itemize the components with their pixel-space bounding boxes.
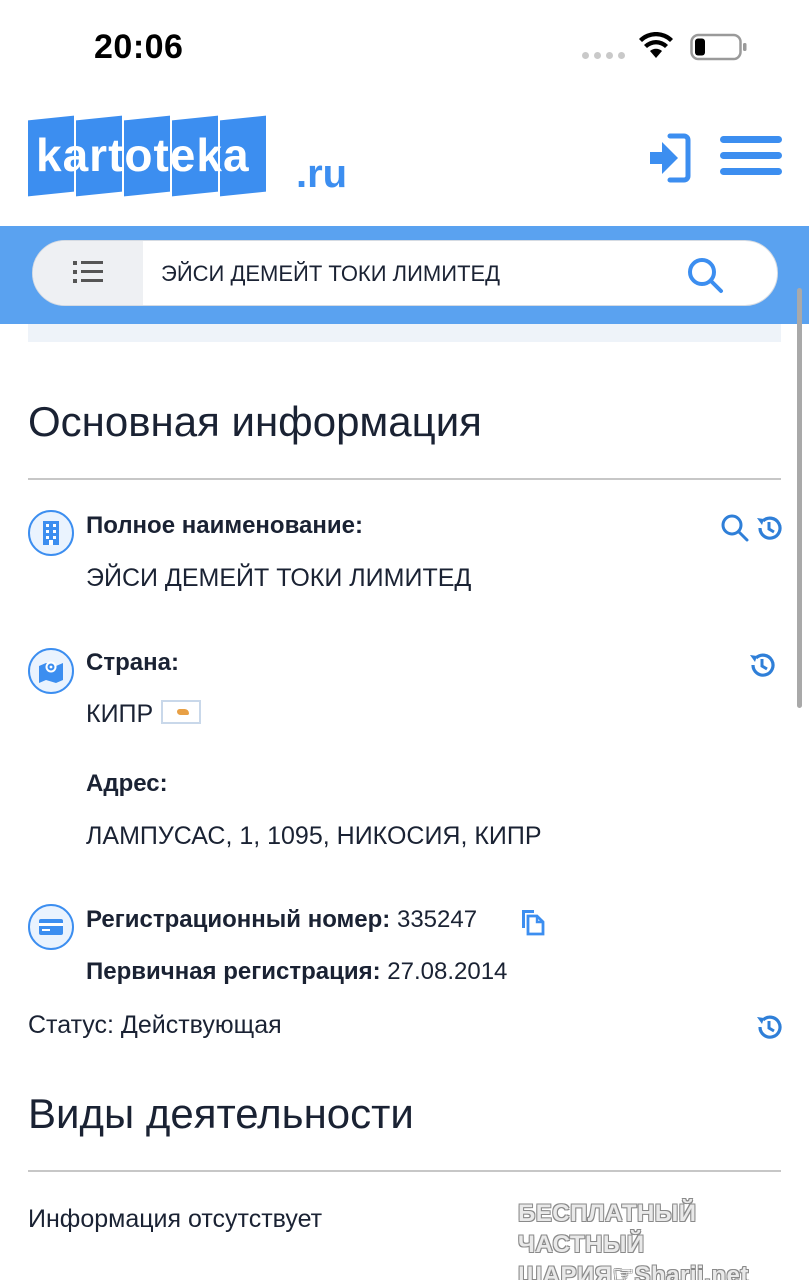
map-icon xyxy=(28,648,74,694)
search-categories-button[interactable] xyxy=(33,241,143,305)
reg-number-row: Регистрационный номер: 335247 xyxy=(86,906,477,934)
first-reg-label: Первичная регистрация: xyxy=(86,958,381,985)
logo-tiles: kartoteka xyxy=(28,115,268,197)
first-reg-row: Первичная регистрация: 27.08.2014 xyxy=(86,958,507,986)
search-icon[interactable] xyxy=(685,255,725,295)
search-box xyxy=(32,240,778,306)
reg-number-value: 335247 xyxy=(396,906,478,933)
status-bar: 20:06 xyxy=(0,0,809,96)
watermark-suffix: Sharij.net xyxy=(634,1262,749,1280)
history-icon[interactable] xyxy=(754,1012,784,1042)
wifi-icon xyxy=(639,32,673,58)
battery-icon xyxy=(690,33,747,61)
watermark: БЕСПЛАТНЫЙ ЧАСТНЫЙ ШАРИЯ☞Sharij.net xyxy=(518,1198,809,1280)
menu-button[interactable] xyxy=(720,136,782,180)
activities-empty-text: Информация отсутствует xyxy=(28,1205,323,1233)
watermark-line2: ШАРИЯ☞Sharij.net xyxy=(518,1260,809,1280)
country-row: КИПР xyxy=(86,700,202,729)
id-card-icon xyxy=(28,904,74,950)
history-icon[interactable] xyxy=(754,513,784,543)
reg-number-label: Регистрационный номер: xyxy=(86,906,391,933)
full-name-label: Полное наименование: xyxy=(86,512,363,539)
search-input[interactable] xyxy=(161,241,681,305)
login-icon[interactable] xyxy=(648,130,692,186)
country-label: Страна: xyxy=(86,649,179,676)
pointing-hand-icon: ☞ xyxy=(612,1262,635,1280)
address-value: ЛАМПУСАС, 1, 1095, НИКОСИЯ, КИПР xyxy=(86,822,542,850)
first-reg-value: 27.08.2014 xyxy=(387,958,508,985)
main-info-title: Основная информация xyxy=(28,398,482,445)
building-icon xyxy=(28,510,74,556)
search-icon[interactable] xyxy=(720,513,750,543)
status-text: Статус: Действующая xyxy=(28,1011,282,1039)
activities-title: Виды деятельности xyxy=(28,1090,414,1137)
search-band xyxy=(0,226,809,324)
status-time: 20:06 xyxy=(94,28,184,66)
full-name-value: ЭЙСИ ДЕМЕЙТ ТОКИ ЛИМИТЕД xyxy=(86,564,472,592)
logo-domain: .ru xyxy=(296,152,348,196)
history-icon[interactable] xyxy=(747,650,777,680)
content-top-strip xyxy=(28,324,781,342)
activities-divider xyxy=(28,1170,781,1172)
main-info-divider xyxy=(28,478,781,480)
watermark-line1: БЕСПЛАТНЫЙ ЧАСТНЫЙ xyxy=(518,1200,697,1258)
list-icon xyxy=(73,260,103,288)
logo-text: kartoteka xyxy=(36,129,250,181)
page-scrollbar[interactable] xyxy=(797,288,802,708)
country-value: КИПР xyxy=(86,700,154,728)
watermark-prefix: ШАРИЯ xyxy=(518,1262,613,1280)
site-logo[interactable]: kartoteka .ru xyxy=(28,115,347,197)
site-header: kartoteka .ru xyxy=(0,96,809,226)
cyprus-flag-icon xyxy=(161,700,202,725)
address-label: Адрес: xyxy=(86,770,168,797)
copy-icon[interactable] xyxy=(518,906,548,936)
cellular-signal-icon xyxy=(582,52,625,59)
